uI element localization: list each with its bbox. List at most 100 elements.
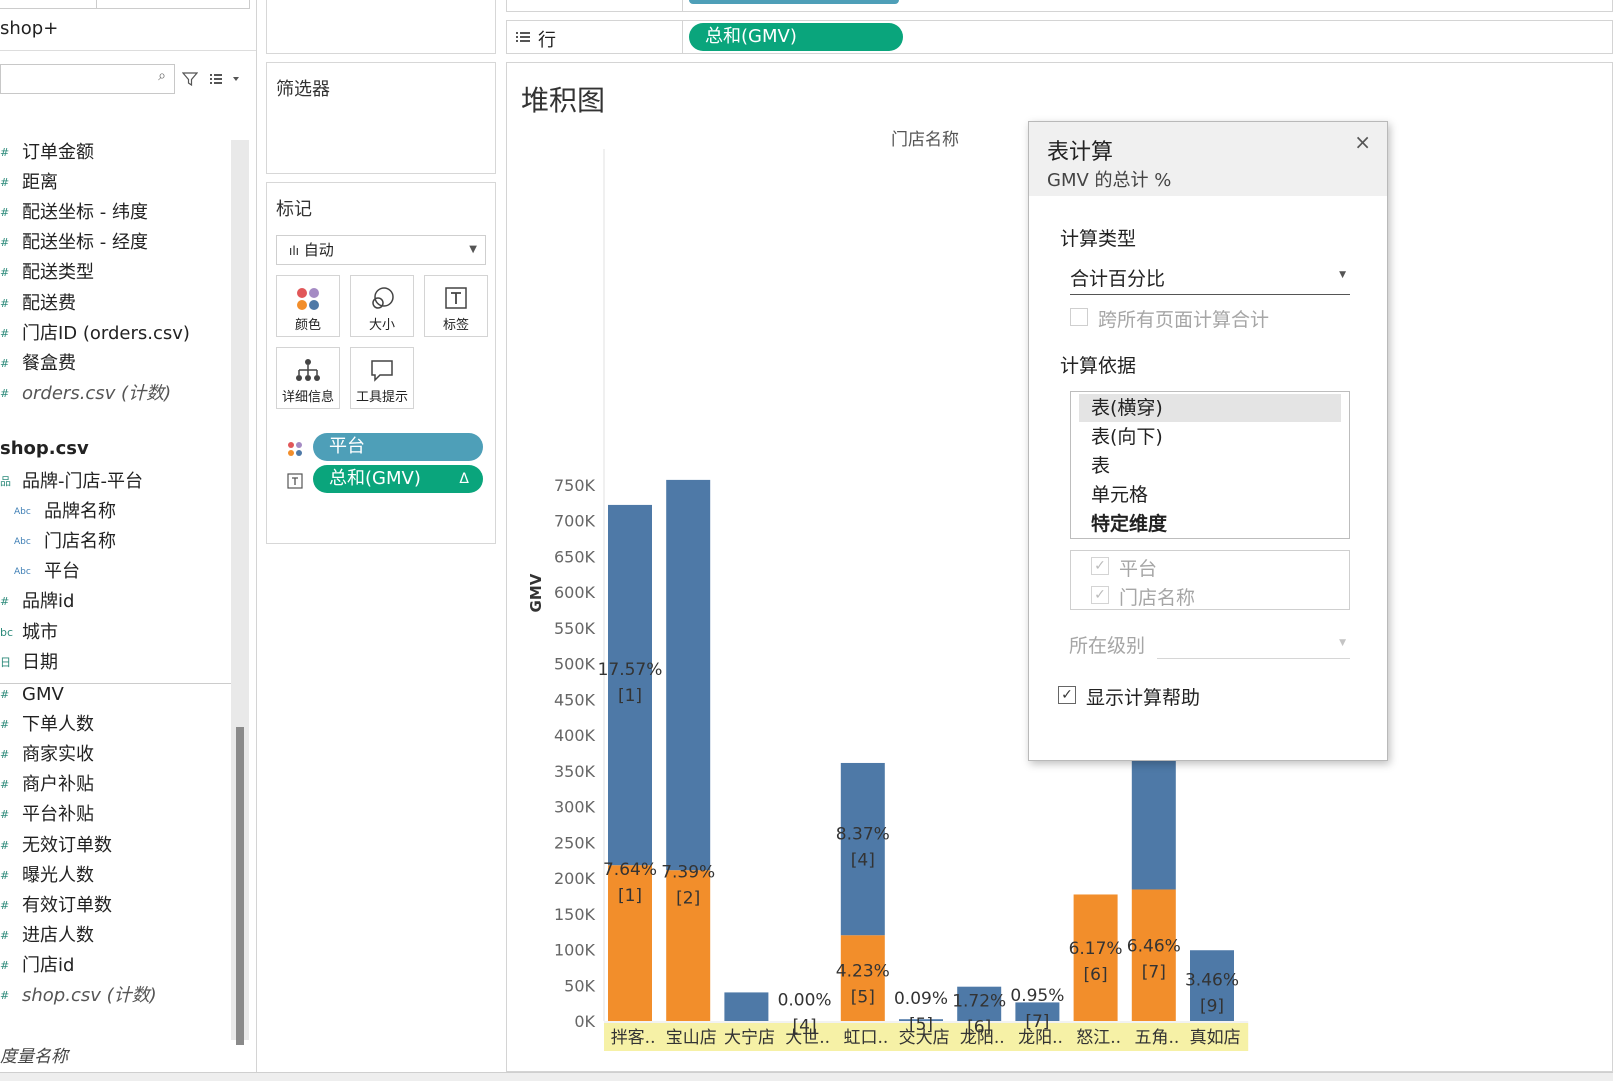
scrollbar-thumb[interactable]	[236, 727, 244, 1045]
show-help-checkbox[interactable]: ✓	[1058, 686, 1076, 704]
x-category-label: 拌客..	[611, 1028, 656, 1048]
color-icon	[297, 288, 319, 310]
platform-checkbox[interactable]: ✓	[1091, 557, 1109, 575]
detail-icon	[296, 359, 320, 381]
label-button[interactable]: 标签	[424, 275, 488, 337]
rows-gmv-pill[interactable]: 总和(GMV)	[689, 23, 903, 51]
field-type-icon: bc	[0, 625, 14, 639]
view-options-icon[interactable]	[209, 72, 241, 86]
field-type-icon: #	[0, 266, 10, 280]
data-label-percent: 6.46%	[1127, 937, 1181, 957]
rows-pill-label: 总和(GMV)	[705, 26, 797, 47]
calc-type-select[interactable]: 合计百分比 ▼	[1070, 262, 1350, 295]
marks-card: 标记 ılı 自动 ▼ 颜色 大小 标签 详细信息 工具提示 平台 总和(GMV…	[266, 182, 496, 544]
field-label: 日期	[22, 651, 58, 673]
datasource-name[interactable]: shop+	[0, 18, 58, 39]
gmv-pill-label: 总和(GMV)	[329, 468, 421, 489]
option-table-down[interactable]: 表(向下)	[1091, 423, 1163, 451]
option-table[interactable]: 表	[1091, 452, 1110, 480]
across-pages-checkbox[interactable]	[1070, 308, 1088, 326]
data-tab[interactable]	[0, 0, 97, 9]
y-tick-label: 750K	[554, 476, 596, 495]
field-label: orders.csv (计数)	[22, 382, 172, 404]
data-label-index: [7]	[1142, 963, 1166, 983]
y-tick-label: 200K	[554, 869, 596, 888]
field-type-icon: Abc	[14, 507, 31, 518]
option-table-across[interactable]: 表(横穿)	[1091, 394, 1163, 422]
tooltip-button[interactable]: 工具提示	[350, 347, 414, 409]
y-tick-label: 550K	[554, 619, 596, 638]
data-label-percent: 4.23%	[836, 962, 890, 982]
measure-names-field[interactable]: 度量名称	[0, 1042, 68, 1067]
field-type-icon: #	[0, 808, 10, 822]
field-label: 品牌-门店-平台	[22, 471, 143, 492]
field-label: 平台	[44, 561, 80, 583]
color-button[interactable]: 颜色	[276, 275, 340, 337]
pages-shelf[interactable]	[266, 0, 496, 54]
at-level-select[interactable]: ▼	[1157, 630, 1350, 659]
column-pill[interactable]	[689, 0, 899, 4]
option-specific-dimensions[interactable]: 特定维度	[1091, 510, 1167, 538]
columns-shelf[interactable]	[506, 0, 1613, 12]
size-button[interactable]: 大小	[350, 275, 414, 337]
platform-color-pill[interactable]: 平台	[313, 433, 483, 461]
size-icon	[372, 287, 394, 309]
filters-shelf[interactable]: 筛选器	[266, 62, 496, 174]
data-label-index: [6]	[1084, 965, 1108, 985]
shop-csv-section[interactable]: shop.csv	[0, 438, 89, 459]
marks-title: 标记	[276, 199, 312, 220]
calc-type-value: 合计百分比	[1070, 268, 1166, 290]
detail-button[interactable]: 详细信息	[276, 347, 340, 409]
x-category-label: 宝山店	[666, 1028, 717, 1048]
field-label: GMV	[22, 684, 64, 705]
field-label: 距离	[22, 172, 58, 194]
field-type-icon: #	[0, 236, 10, 250]
field-type-icon: 品	[0, 475, 11, 488]
column-header: 门店名称	[891, 130, 959, 150]
store-name-checkbox[interactable]: ✓	[1091, 586, 1109, 604]
data-label-index: [6]	[967, 1018, 991, 1038]
bar-chart-icon: ılı	[289, 244, 300, 258]
analytics-tab[interactable]	[97, 0, 250, 9]
data-label-percent: 0.00%	[778, 990, 832, 1010]
field-type-icon: 日	[0, 655, 11, 669]
table-calculation-dialog: 表计算 GMV 的总计 % × 计算类型 合计百分比 ▼ 跨所有页面计算合计 计…	[1028, 121, 1388, 761]
rows-shelf[interactable]: 行 总和(GMV)	[506, 20, 1613, 54]
dimensions-list: ✓ 平台 ✓ 门店名称	[1070, 550, 1350, 610]
x-category-label: 怒江..	[1076, 1028, 1121, 1048]
label-mark-icon	[287, 473, 303, 489]
gmv-label-pill[interactable]: 总和(GMV) Δ	[313, 465, 483, 493]
field-label: 餐盒费	[22, 352, 76, 374]
table-calc-delta-icon: Δ	[459, 471, 469, 487]
field-label: 门店ID (orders.csv)	[22, 322, 190, 344]
label-button-label: 标签	[442, 318, 469, 333]
bar-segment-blue	[608, 504, 652, 866]
detail-button-label: 详细信息	[281, 390, 334, 405]
divider	[682, 0, 683, 11]
label-icon	[445, 287, 467, 309]
y-tick-label: 150K	[554, 905, 596, 924]
field-type-icon: #	[0, 838, 10, 852]
field-type-icon: #	[0, 326, 10, 340]
data-label-percent: 7.39%	[661, 862, 715, 882]
chevron-down-icon: ▼	[1339, 270, 1346, 280]
field-type-icon: #	[0, 928, 10, 942]
data-label-index: [4]	[793, 1016, 817, 1036]
color-mark-icon	[288, 442, 302, 456]
field-label: 平台补贴	[22, 804, 94, 826]
data-label-index: [1]	[618, 686, 642, 706]
mark-type-dropdown[interactable]: ılı 自动 ▼	[276, 235, 486, 265]
filter-icon[interactable]	[182, 71, 198, 87]
y-tick-label: 50K	[564, 976, 595, 995]
close-icon[interactable]: ×	[1354, 130, 1371, 154]
field-type-icon: #	[0, 206, 10, 220]
field-label: 门店名称	[44, 531, 116, 553]
rows-icon	[516, 32, 530, 42]
chevron-down-icon: ▼	[469, 244, 477, 255]
tooltip-icon	[371, 360, 393, 382]
field-search-input[interactable]: ⌕	[0, 64, 175, 94]
compute-using-listbox[interactable]: 表(横穿) 表(向下) 表 单元格 特定维度	[1070, 391, 1350, 539]
platform-pill-label: 平台	[329, 436, 365, 457]
size-button-label: 大小	[368, 318, 395, 333]
option-cell[interactable]: 单元格	[1091, 481, 1148, 509]
